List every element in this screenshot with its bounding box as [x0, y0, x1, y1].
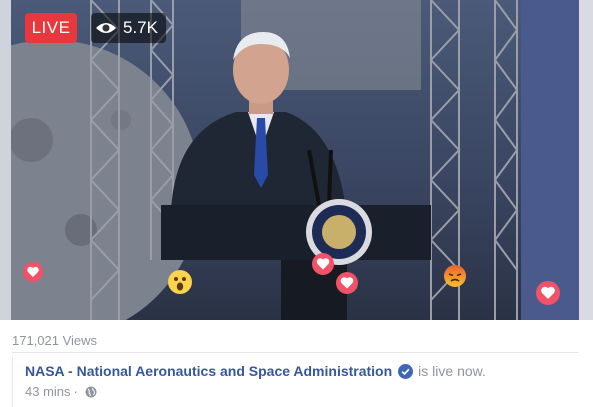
- love-reaction-icon: [23, 262, 43, 282]
- post-meta: 43 mins ·: [25, 384, 97, 399]
- live-status-text: is live now.: [418, 363, 486, 379]
- video-frame: [11, 0, 579, 320]
- globe-icon[interactable]: [85, 386, 97, 398]
- love-reaction-icon: [336, 272, 358, 294]
- post-info: NASA - National Aeronautics and Space Ad…: [12, 357, 580, 407]
- live-badge: LIVE: [25, 13, 77, 43]
- eye-icon: [96, 23, 116, 33]
- live-video-player[interactable]: LIVE 5.7K: [11, 0, 579, 320]
- timestamp-link[interactable]: 43 mins: [25, 384, 71, 399]
- truss-right-2: [493, 0, 519, 320]
- divider: [12, 352, 579, 353]
- verified-badge-icon: [398, 363, 414, 379]
- podium-top: [161, 205, 431, 260]
- viewer-count: 5.7K: [123, 18, 158, 37]
- wow-reaction-icon: [168, 270, 192, 294]
- page-name-link[interactable]: NASA - National Aeronautics and Space Ad…: [25, 363, 392, 379]
- video-left-edge: [0, 0, 11, 320]
- video-right-edge: [579, 0, 593, 320]
- meta-separator: ·: [73, 384, 78, 399]
- view-count: 171,021 Views: [12, 333, 98, 348]
- angry-reaction-icon: [444, 265, 466, 287]
- page-line: NASA - National Aeronautics and Space Ad…: [25, 363, 486, 379]
- blue-drape: [521, 0, 579, 320]
- viewer-count-badge: 5.7K: [91, 13, 166, 43]
- love-reaction-icon: [312, 253, 334, 275]
- love-reaction-icon: [536, 281, 560, 305]
